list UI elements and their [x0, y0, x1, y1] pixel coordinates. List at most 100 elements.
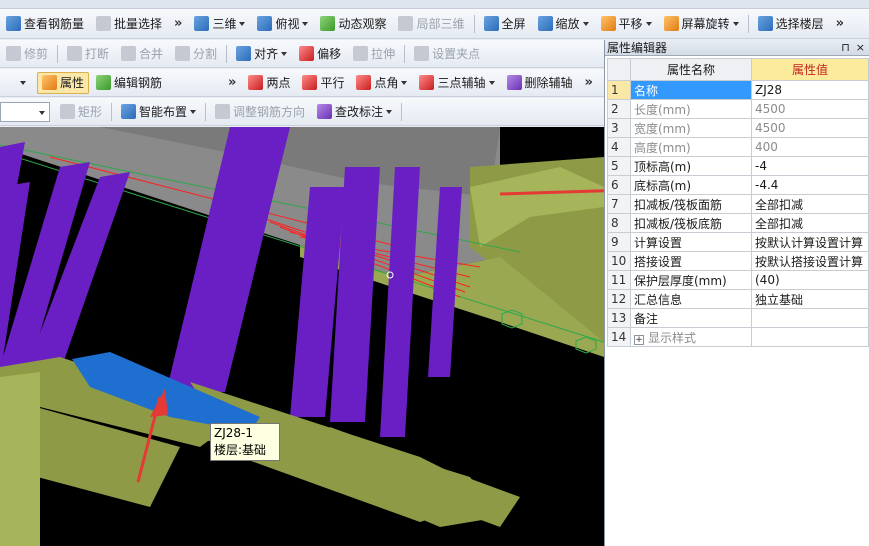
three-point-axis-button[interactable]: 三点辅轴	[414, 72, 499, 94]
two-points-icon	[248, 75, 264, 90]
break-icon	[67, 46, 83, 61]
toolbar1-overflow-right[interactable]: »	[836, 16, 844, 31]
top-view-button[interactable]: 俯视	[252, 13, 313, 35]
two-points-button[interactable]: 两点	[243, 72, 295, 94]
property-value-input[interactable]: 独立基础	[751, 289, 869, 309]
local-3d-button[interactable]: 局部三维	[393, 13, 469, 35]
break-button[interactable]: 打断	[62, 43, 114, 65]
property-value-input[interactable]: (40)	[751, 270, 869, 290]
property-editor-title: 属性编辑器	[607, 41, 668, 55]
split-icon	[175, 46, 191, 61]
delete-axis-button[interactable]: 删除辅轴	[502, 72, 578, 94]
title-strip	[0, 0, 869, 9]
trim-button[interactable]: 修剪	[1, 43, 53, 65]
adjust-rebar-direction-button[interactable]: 调整钢筋方向	[210, 101, 310, 123]
top-view-icon	[257, 16, 273, 31]
toolbar3-overflow[interactable]: »	[228, 75, 236, 90]
chevron-down-icon	[401, 80, 408, 85]
rebar-icon	[6, 16, 21, 31]
property-row[interactable]: 2 长度(mm) 4500	[607, 99, 869, 119]
smart-layout-button[interactable]: 智能布置	[116, 101, 201, 123]
separator	[111, 102, 113, 121]
property-row[interactable]: 4 高度(mm) 400	[607, 137, 869, 157]
orbit-icon	[320, 16, 336, 31]
property-table: 属性名称 属性值 1 名称 ZJ28 2 长度(mm) 4500 3 宽度(mm…	[607, 58, 869, 347]
edit-rebar-button[interactable]: 编辑钢筋	[91, 72, 167, 94]
check-label-button[interactable]: 查改标注	[312, 101, 397, 123]
split-button[interactable]: 分割	[170, 43, 222, 65]
align-button[interactable]: 对齐	[231, 43, 292, 65]
expand-icon[interactable]: +	[634, 334, 644, 345]
property-value-input[interactable]: 400	[751, 137, 869, 157]
chevron-down-icon	[302, 21, 309, 26]
chevron-down-icon	[488, 80, 495, 85]
fullscreen-button[interactable]: 全屏	[479, 13, 531, 35]
property-value-input[interactable]: ZJ28	[751, 80, 869, 100]
parallel-button[interactable]: 平行	[297, 72, 349, 94]
property-row[interactable]: 13 备注	[607, 308, 869, 328]
property-value-input[interactable]	[751, 308, 869, 328]
view-3d-button[interactable]: 三维	[189, 13, 250, 35]
pan-button[interactable]: 平移	[596, 13, 657, 35]
offset-button[interactable]: 偏移	[294, 43, 346, 65]
rectangle-button[interactable]: 矩形	[55, 101, 107, 123]
magnifier-icon	[537, 16, 553, 31]
adjust-direction-icon	[215, 104, 231, 119]
chevron-down-icon[interactable]	[20, 80, 26, 85]
separator	[57, 44, 59, 63]
parallel-icon	[302, 75, 318, 90]
property-row[interactable]: 12 汇总信息 独立基础	[607, 289, 869, 309]
floors-icon	[757, 16, 773, 31]
header-property-name: 属性名称	[630, 58, 752, 81]
properties-button[interactable]: 属性	[37, 71, 90, 94]
align-icon	[236, 46, 252, 61]
set-grip-button[interactable]: 设置夹点	[409, 43, 485, 65]
view-rebar-button[interactable]: 查看钢筋量	[1, 13, 89, 35]
property-row[interactable]: 9 计算设置 按默认计算设置计算	[607, 232, 869, 252]
edit-toolbar: 修剪 打断 合并 分割 对齐 偏移 拉伸 设置夹点	[0, 40, 604, 68]
dynamic-view-button[interactable]: 动态观察	[315, 13, 391, 35]
property-row[interactable]: 7 扣减板/筏板面筋 全部扣减	[607, 194, 869, 214]
tooltip-name: ZJ28-1	[214, 426, 253, 440]
3d-scene[interactable]	[0, 127, 604, 546]
merge-button[interactable]: 合并	[116, 43, 168, 65]
grip-icon	[414, 46, 430, 61]
chevron-down-icon	[281, 51, 288, 56]
property-value-input[interactable]: 4500	[751, 118, 869, 138]
separator	[205, 102, 207, 121]
property-row[interactable]: 11 保护层厚度(mm) (40)	[607, 270, 869, 290]
foundation-edge	[0, 372, 40, 546]
property-value-input[interactable]: 全部扣减	[751, 194, 869, 214]
property-row[interactable]: 14 + 显示样式	[607, 327, 869, 347]
edit-rebar-icon	[96, 75, 112, 90]
property-value-input[interactable]: 全部扣减	[751, 213, 869, 233]
component-select[interactable]	[0, 101, 50, 122]
property-row[interactable]: 8 扣减板/筏板底筋 全部扣减	[607, 213, 869, 233]
screen-rotate-button[interactable]: 屏幕旋转	[659, 13, 744, 35]
property-value-input[interactable]	[751, 327, 869, 347]
property-value-input[interactable]: -4.4	[751, 175, 869, 195]
pin-icon[interactable]: ⊓	[841, 41, 850, 54]
3d-viewport[interactable]	[0, 127, 604, 546]
property-row[interactable]: 1 名称 ZJ28	[607, 80, 869, 100]
merge-icon	[121, 46, 137, 61]
close-icon[interactable]: ×	[856, 41, 865, 54]
zoom-button[interactable]: 缩放	[533, 13, 594, 35]
property-value-input[interactable]: 按默认搭接设置计算	[751, 251, 869, 271]
select-floor-button[interactable]: 选择楼层	[753, 13, 829, 35]
property-row[interactable]: 6 底标高(m) -4.4	[607, 175, 869, 195]
component-tooltip: ZJ28-1 楼层:基础层	[210, 423, 280, 474]
property-row[interactable]: 3 宽度(mm) 4500	[607, 118, 869, 138]
property-row[interactable]: 5 顶标高(m) -4	[607, 156, 869, 176]
property-row[interactable]: 10 搭接设置 按默认搭接设置计算	[607, 251, 869, 271]
property-value-input[interactable]: -4	[751, 156, 869, 176]
offset-icon	[299, 46, 315, 61]
toolbar1-overflow[interactable]: »	[174, 16, 182, 31]
property-value-input[interactable]: 4500	[751, 99, 869, 119]
cube-icon	[194, 16, 210, 31]
point-angle-button[interactable]: 点角	[351, 72, 412, 94]
batch-select-button[interactable]: 批量选择	[91, 13, 167, 35]
stretch-button[interactable]: 拉伸	[348, 43, 400, 65]
toolbar3-overflow-right[interactable]: »	[585, 75, 593, 90]
property-value-input[interactable]: 按默认计算设置计算	[751, 232, 869, 252]
